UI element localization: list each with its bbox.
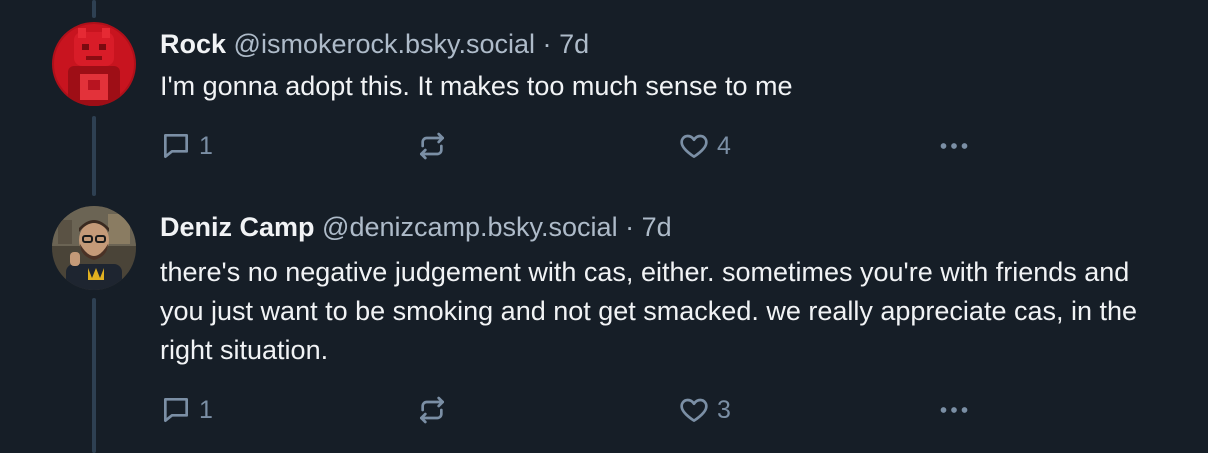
ellipsis-icon (936, 392, 972, 428)
post-meta: Deniz Camp @denizcamp.bsky.social · 7d (160, 211, 1168, 243)
like-count: 4 (717, 131, 731, 160)
meta-separator: · (625, 212, 635, 242)
heart-icon (678, 394, 710, 426)
post-text: I'm gonna adopt this. It makes too much … (160, 71, 793, 101)
timestamp[interactable]: 7d (642, 212, 672, 242)
more-options-button[interactable] (936, 392, 972, 428)
handle[interactable]: @denizcamp.bsky.social (322, 212, 618, 242)
reply-button[interactable]: 1 (160, 128, 213, 164)
like-button[interactable]: 3 (678, 392, 731, 428)
post-actions: 1 3 (160, 392, 1160, 428)
thread-line-bottom (92, 298, 96, 453)
more-options-button[interactable] (936, 128, 972, 164)
reply-count: 1 (199, 395, 213, 424)
avatar[interactable] (52, 22, 136, 106)
timestamp[interactable]: 7d (559, 29, 589, 59)
post-meta: Rock @ismokerock.bsky.social · 7d (160, 28, 1168, 60)
avatar[interactable] (52, 206, 136, 290)
post-text: there's no negative judgement with cas, … (160, 257, 1138, 365)
handle[interactable]: @ismokerock.bsky.social (234, 29, 535, 59)
post-actions: 1 4 (160, 128, 1160, 164)
speech-bubble-icon (160, 130, 192, 162)
repost-arrows-icon (416, 130, 448, 162)
display-name[interactable]: Rock (160, 29, 226, 59)
like-count: 3 (717, 395, 731, 424)
avatar-image-deniz-camp (52, 206, 136, 290)
heart-icon (678, 130, 710, 162)
ellipsis-icon (936, 128, 972, 164)
reply-count: 1 (199, 131, 213, 160)
repost-arrows-icon (416, 394, 448, 426)
thread: Rock @ismokerock.bsky.social · 7d I'm go… (0, 0, 1208, 453)
thread-line-top (92, 0, 96, 18)
speech-bubble-icon (160, 394, 192, 426)
avatar-image-rock (52, 22, 136, 106)
like-button[interactable]: 4 (678, 128, 731, 164)
display-name[interactable]: Deniz Camp (160, 212, 315, 242)
repost-button[interactable] (416, 392, 448, 428)
meta-separator: · (542, 29, 552, 59)
repost-button[interactable] (416, 128, 448, 164)
reply-button[interactable]: 1 (160, 392, 213, 428)
thread-line-middle (92, 116, 96, 196)
